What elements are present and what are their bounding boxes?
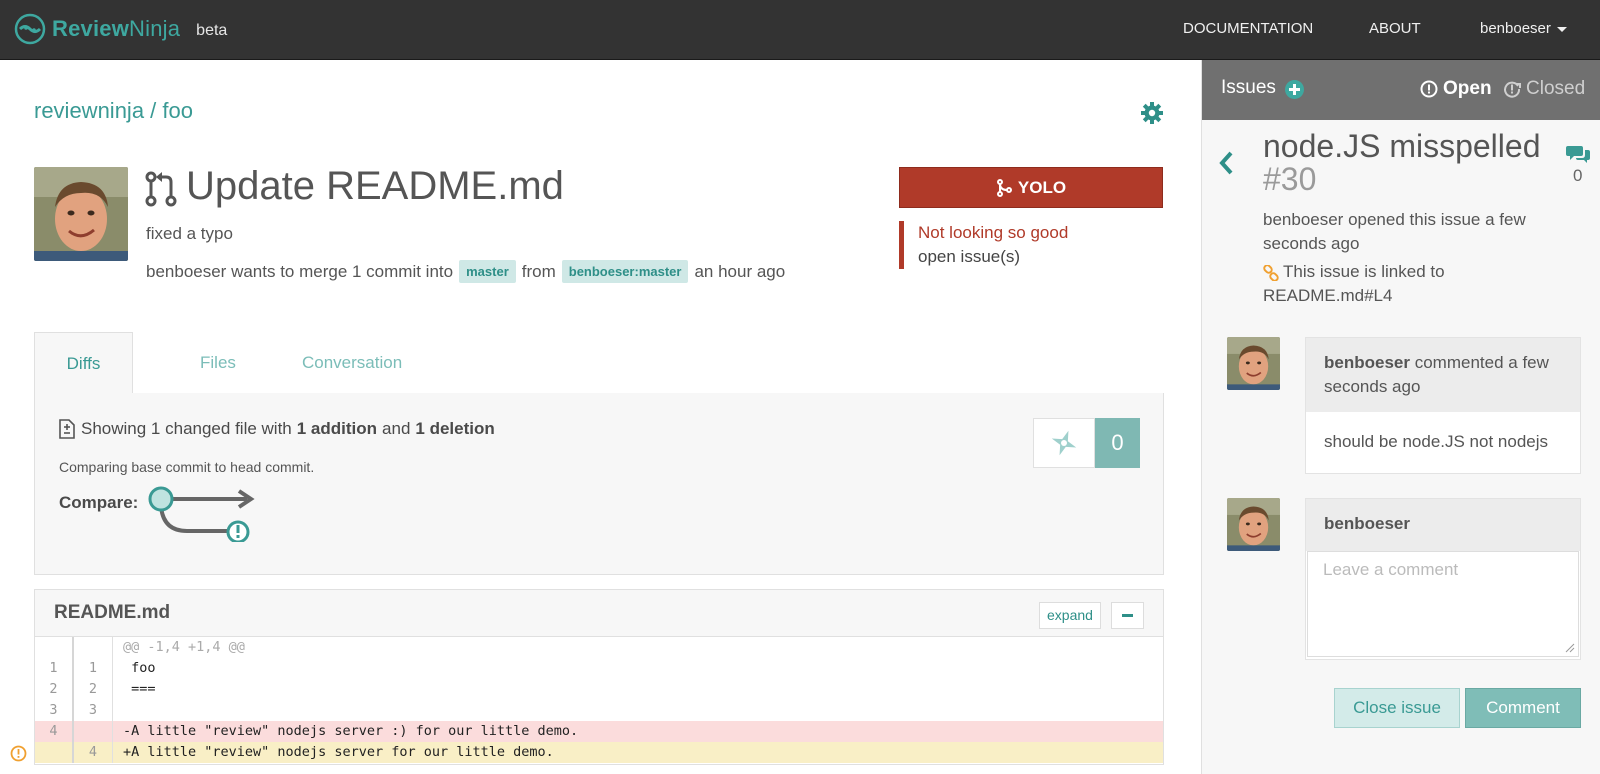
link-icon [1263,264,1279,281]
file-header: README.md expand [35,590,1163,637]
comment-card: benboeser commented a few seconds ago sh… [1305,337,1581,474]
ninja-star-icon [1051,430,1077,456]
diff-table: @@ -1,4 +1,4 @@ 11 foo 22 === 33 4 -A lit… [35,637,1163,763]
pr-meta: benboeser wants to merge 1 commit into m… [146,260,785,283]
comment-button[interactable]: Comment [1465,688,1581,728]
diff-line-deleted[interactable]: 4 -A little "review" nodejs server :) for… [35,721,1163,742]
compare-graph-icon[interactable] [147,486,262,542]
tab-diffs[interactable]: Diffs [34,332,133,395]
filter-open[interactable]: Open [1420,78,1492,100]
nav-about[interactable]: ABOUT [1369,0,1421,58]
minus-icon [1122,614,1133,617]
gear-icon[interactable] [1140,101,1164,125]
brand-name: ReviewNinja [52,16,181,41]
author-avatar [34,167,128,261]
head-branch-tag: benboeser:master [561,260,689,283]
diff-line[interactable]: 11 foo [35,658,1163,679]
resize-handle-icon[interactable] [1565,643,1575,653]
issue-opened-text: benboeser opened this issue a few second… [1263,210,1526,253]
commenter-avatar [1227,337,1280,390]
base-branch-tag: master [459,260,516,283]
back-chevron-icon[interactable] [1218,150,1234,176]
summary-deletions: 1 deletion [415,419,495,438]
user-menu[interactable]: benboeser [1480,0,1567,58]
summary-additions: 1 addition [296,419,378,438]
issues-sidebar: Issues Open Closed node.JS misspelled #3… [1201,60,1600,774]
caret-down-icon [1556,26,1567,32]
summary-prefix: Showing 1 changed file with [81,419,292,438]
issues-header: Issues Open Closed [1202,60,1600,120]
pull-request-icon [145,171,177,207]
compare-label: Compare: [59,493,139,512]
comment-count: 0 [1573,166,1583,185]
pr-tabs: Diffs Files Conversation [34,332,1164,395]
diff-line: @@ -1,4 +1,4 @@ [35,637,1163,658]
yolo-label: YOLO [1017,177,1067,197]
ninja-logo-icon [14,13,46,45]
pr-meta-prefix: benboeser wants to merge 1 commit into [146,261,454,281]
ninja-star-button[interactable] [1033,418,1095,468]
pr-description: fixed a typo [146,224,233,243]
comment-author[interactable]: benboeser [1324,353,1410,372]
file-name: README.md [54,602,171,623]
status-title: Not looking so good [918,223,1069,242]
tab-files[interactable]: Files [168,332,268,395]
status-subtitle: open issue(s) [918,247,1021,266]
comment-textarea[interactable]: Leave a comment [1307,551,1579,657]
filter-closed-label: Closed [1526,78,1586,99]
comment-header: benboeser commented a few seconds ago [1306,338,1580,412]
new-comment-card: benboeser Leave a comment [1305,498,1581,660]
star-count: 0 [1095,418,1140,468]
diff-summary-line: Showing 1 changed file with 1 addition a… [59,419,500,439]
add-issue-icon[interactable] [1285,80,1304,99]
issue-title: node.JS misspelled #30 [1263,130,1553,196]
comment-placeholder: Leave a comment [1323,560,1459,579]
pr-meta-time: an hour ago [694,261,786,281]
collapse-button[interactable] [1111,602,1144,629]
issue-link-label: This issue is linked to README.md#L4 [1263,262,1445,305]
top-navbar: ReviewNinja beta DOCUMENTATION ABOUT ben… [0,0,1600,60]
open-issue-icon [1420,80,1438,98]
user-menu-label: benboeser [1480,20,1551,37]
brand-link[interactable]: ReviewNinja beta [14,12,227,46]
compare-description: Comparing base commit to head commit. [59,459,315,475]
filter-closed[interactable]: Closed [1503,78,1585,100]
comments-icon [1566,146,1590,163]
merge-icon [996,178,1012,197]
tab-conversation[interactable]: Conversation [270,332,434,395]
new-comment-header: benboeser [1306,499,1580,551]
issue-title-text: node.JS misspelled [1263,128,1541,164]
pr-meta-from: from [521,261,556,281]
summary-and: and [382,419,411,438]
diff-line-added[interactable]: 4 +A little "review" nodejs server for ou… [35,742,1163,763]
issues-title: Issues [1221,77,1276,98]
breadcrumb[interactable]: reviewninja / foo [34,98,193,124]
issue-number: #30 [1263,161,1317,197]
file-diff: README.md expand @@ -1,4 +1,4 @@ 11 foo … [34,589,1164,765]
diff-line[interactable]: 22 === [35,679,1163,700]
issue-link-text[interactable]: This issue is linked to README.md#L4 [1263,260,1563,308]
beta-label: beta [196,22,228,39]
filter-open-label: Open [1443,78,1492,99]
closed-issue-icon [1504,81,1521,98]
issue-marker-icon[interactable] [10,745,27,762]
yolo-merge-button[interactable]: YOLO [899,167,1163,208]
current-user-avatar [1227,498,1280,551]
merge-status: Not looking so good open issue(s) [899,221,1068,269]
nav-documentation[interactable]: DOCUMENTATION [1183,0,1313,58]
close-issue-button[interactable]: Close issue [1334,688,1460,728]
comment-body: should be node.JS not nodejs [1324,432,1549,451]
diff-line[interactable]: 33 [35,700,1163,721]
pr-title: Update README.md [186,164,564,208]
file-diff-icon [59,419,75,439]
diff-summary-panel: Showing 1 changed file with 1 addition a… [34,393,1164,575]
new-comment-author: benboeser [1324,514,1410,533]
expand-button[interactable]: expand [1039,602,1101,629]
